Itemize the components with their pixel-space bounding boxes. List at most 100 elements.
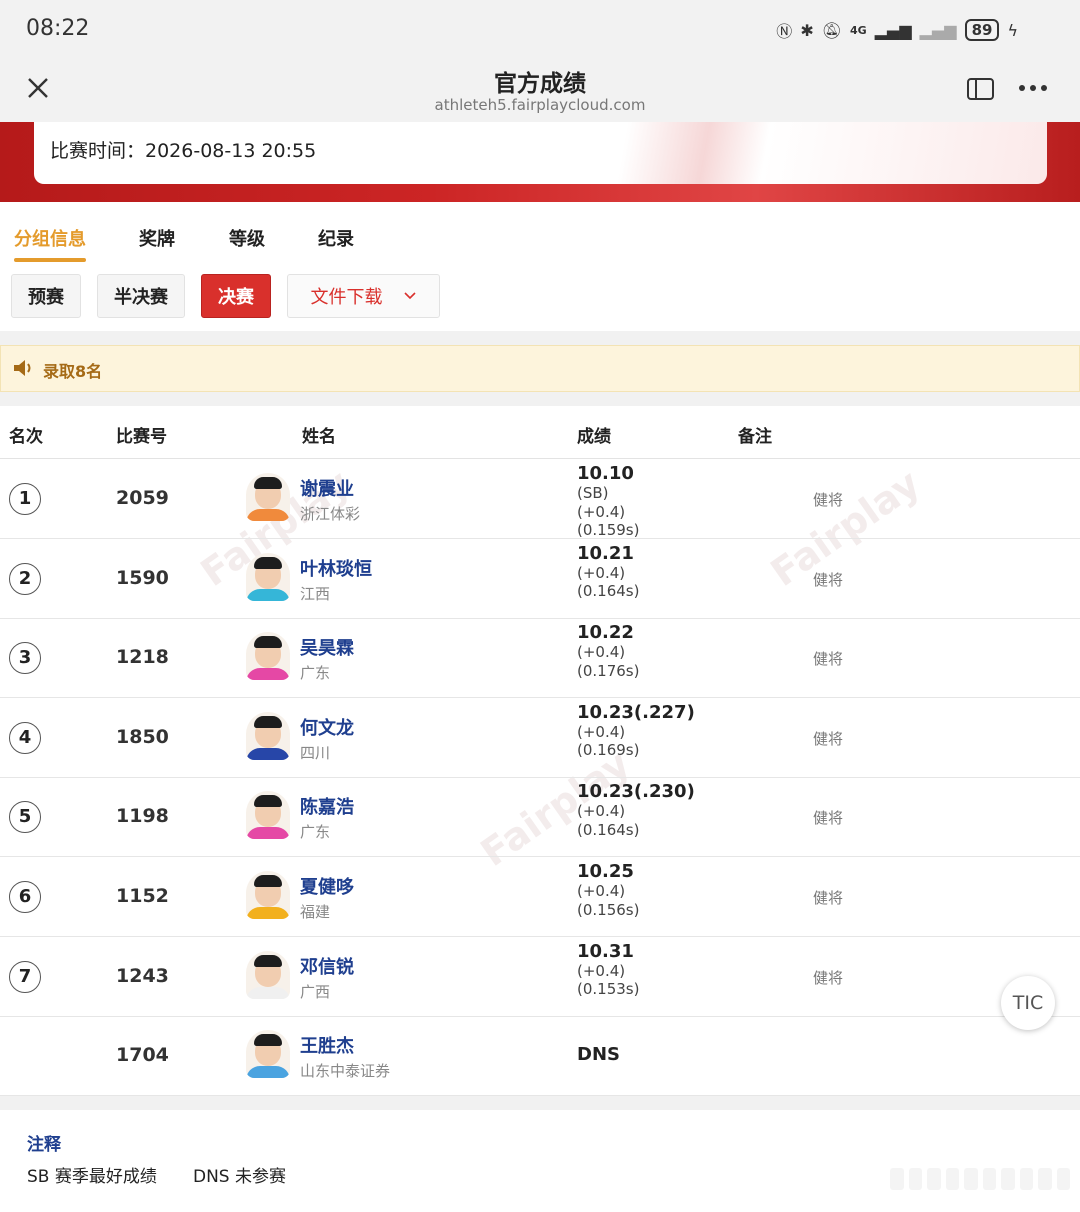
avatar-hair — [254, 875, 282, 887]
result-detail: (+0.4) — [577, 882, 626, 900]
avatar-hair — [254, 556, 282, 569]
file-download-dropdown[interactable]: 文件下载 — [287, 274, 440, 318]
result-detail: (0.164s) — [577, 820, 640, 839]
round-final-button[interactable]: 决赛 — [201, 274, 271, 318]
tab-grades[interactable]: 等级 — [229, 225, 265, 251]
avatar-shirt — [246, 747, 290, 760]
page-title: 官方成绩 — [494, 71, 586, 97]
header-name: 姓名 — [302, 427, 336, 447]
result-note: 健将 — [813, 491, 844, 509]
table-row[interactable]: 6 1152 夏健哆 福建 10.25 (+0.4) (0.156s) 健将 — [0, 857, 1080, 937]
footnote-dns: DNS 未参赛 — [193, 1167, 287, 1187]
header-result: 成绩 — [577, 427, 611, 447]
table-row[interactable]: 2 1590 叶林琰恒 江西 10.21 (+0.4) (0.164s) 健将 — [0, 539, 1080, 619]
gesture-bar — [890, 1168, 1070, 1190]
avatar-hair — [254, 954, 282, 967]
round-heats-button[interactable]: 预赛 — [11, 274, 81, 318]
table-row[interactable]: 1704 王胜杰 山东中泰证券 DNS — [0, 1016, 1080, 1097]
result-detail: (+0.4) — [577, 643, 626, 662]
bib-number: 1152 — [116, 885, 169, 907]
athlete-name[interactable]: 夏健哆 — [300, 873, 354, 899]
more-icon[interactable] — [1018, 80, 1048, 96]
athlete-name[interactable]: 邓信锐 — [300, 953, 354, 979]
tic-floating-button[interactable]: TIC — [1001, 976, 1055, 1030]
athlete-name[interactable]: 吴昊霖 — [300, 634, 354, 660]
result-mark: 10.23(.227) — [577, 701, 695, 723]
bib-number: 1243 — [116, 964, 169, 987]
results-table: Fairplay Fairplay Fairplay 名次 比赛号 姓名 成绩 … — [0, 406, 1080, 1097]
status-icons: Ⓝ ✱ 🔕︎ 4G ▂▄▆ ▂▄▆ 89 ϟ — [776, 18, 1018, 42]
avatar-shirt — [246, 588, 290, 601]
athlete-team: 福建 — [300, 903, 331, 921]
result-note: 健将 — [813, 650, 844, 669]
result-detail: (0.169s) — [577, 741, 640, 760]
rank-badge: 7 — [9, 960, 41, 993]
bib-number: 1850 — [116, 725, 169, 748]
result-mark: 10.22 — [577, 622, 634, 644]
result-mark: DNS — [577, 1044, 620, 1066]
status-bar: 08:22 Ⓝ ✱ 🔕︎ 4G ▂▄▆ ▂▄▆ 89 ϟ — [0, 0, 1080, 60]
result-detail: (0.164s) — [577, 582, 640, 601]
active-tab-indicator — [14, 258, 86, 262]
athlete-team: 广东 — [300, 664, 331, 683]
avatar-hair — [254, 1034, 282, 1047]
result-detail: (0.159s) — [577, 521, 640, 539]
table-row[interactable]: 5 1198 陈嘉浩 广东 10.23(.230) (+0.4) (0.164s) 健将 — [0, 777, 1080, 858]
result-mark: 10.23(.230) — [577, 781, 695, 803]
avatar-shirt — [246, 907, 290, 919]
result-mark: 10.25 — [577, 861, 634, 882]
athlete-name[interactable]: 谢震业 — [300, 475, 354, 501]
tab-records[interactable]: 纪录 — [318, 225, 354, 251]
round-semifinal-button[interactable]: 半决赛 — [97, 274, 185, 318]
signal-icon: ▂▄▆ — [874, 20, 912, 40]
tab-group-info[interactable]: 分组信息 — [14, 225, 86, 251]
result-detail: (0.176s) — [577, 661, 640, 680]
round-selector: 预赛 半决赛 决赛 文件下载 — [0, 263, 1080, 331]
athlete-name[interactable]: 何文龙 — [300, 714, 354, 740]
athlete-avatar — [246, 473, 290, 521]
avatar-shirt — [246, 827, 290, 840]
match-time: 比赛时间：2026-08-13 20:55 — [50, 140, 317, 162]
athlete-team: 广西 — [300, 982, 331, 1001]
rank-badge: 6 — [9, 881, 41, 913]
athlete-avatar — [246, 552, 290, 601]
table-row[interactable]: 4 1850 何文龙 四川 10.23(.227) (+0.4) (0.169s) 健将 — [0, 698, 1080, 778]
athlete-name[interactable]: 王胜杰 — [300, 1032, 354, 1058]
tab-medals[interactable]: 奖牌 — [139, 225, 175, 251]
rank-badge: 2 — [9, 562, 41, 595]
event-banner: 比赛时间：2026-08-13 20:55 — [0, 122, 1080, 202]
result-mark: 10.21 — [577, 542, 634, 564]
section-divider — [0, 1096, 1080, 1110]
footnote-sb: SB 赛季最好成绩 — [27, 1167, 157, 1187]
header-note: 备注 — [738, 427, 772, 447]
table-row[interactable]: 3 1218 吴昊霖 广东 10.22 (+0.4) (0.176s) 健将 — [0, 618, 1080, 699]
avatar-shirt — [246, 986, 290, 999]
avatar-shirt — [246, 668, 290, 681]
athlete-team: 江西 — [300, 584, 331, 603]
bib-number: 1590 — [116, 566, 169, 589]
signal-icon-2: ▂▄▆ — [919, 20, 957, 40]
footnote-section: 注释 SB 赛季最好成绩 DNS 未参赛 — [0, 1110, 1080, 1212]
table-row[interactable]: 1 2059 谢震业 浙江体彩 10.10 (SB) (+0.4) (0.159s) 健将 — [0, 459, 1080, 539]
result-detail: (+0.4) — [577, 563, 626, 582]
bib-number: 1198 — [116, 805, 169, 828]
result-note: 健将 — [813, 809, 844, 828]
result-detail: (0.153s) — [577, 980, 640, 999]
avatar-shirt — [246, 509, 290, 521]
result-detail: (+0.4) — [577, 802, 626, 821]
athlete-name[interactable]: 陈嘉浩 — [300, 793, 354, 819]
rank-badge: 3 — [9, 642, 41, 675]
tabs-icon[interactable] — [967, 78, 994, 100]
athlete-avatar — [246, 791, 290, 840]
athlete-avatar — [246, 711, 290, 760]
result-detail: (+0.4) — [577, 502, 626, 521]
nfc-icon: Ⓝ — [776, 22, 793, 41]
table-row[interactable]: 7 1243 邓信锐 广西 10.31 (+0.4) (0.153s) 健将 — [0, 937, 1080, 1017]
file-download-label: 文件下载 — [310, 287, 383, 308]
rank-badge: 1 — [9, 483, 41, 515]
header-bib: 比赛号 — [116, 427, 167, 447]
avatar-shirt — [246, 1066, 290, 1079]
athlete-name[interactable]: 叶林琰恒 — [300, 555, 372, 581]
qualification-notice: 录取8名 — [0, 345, 1080, 392]
athlete-avatar — [246, 1030, 290, 1079]
